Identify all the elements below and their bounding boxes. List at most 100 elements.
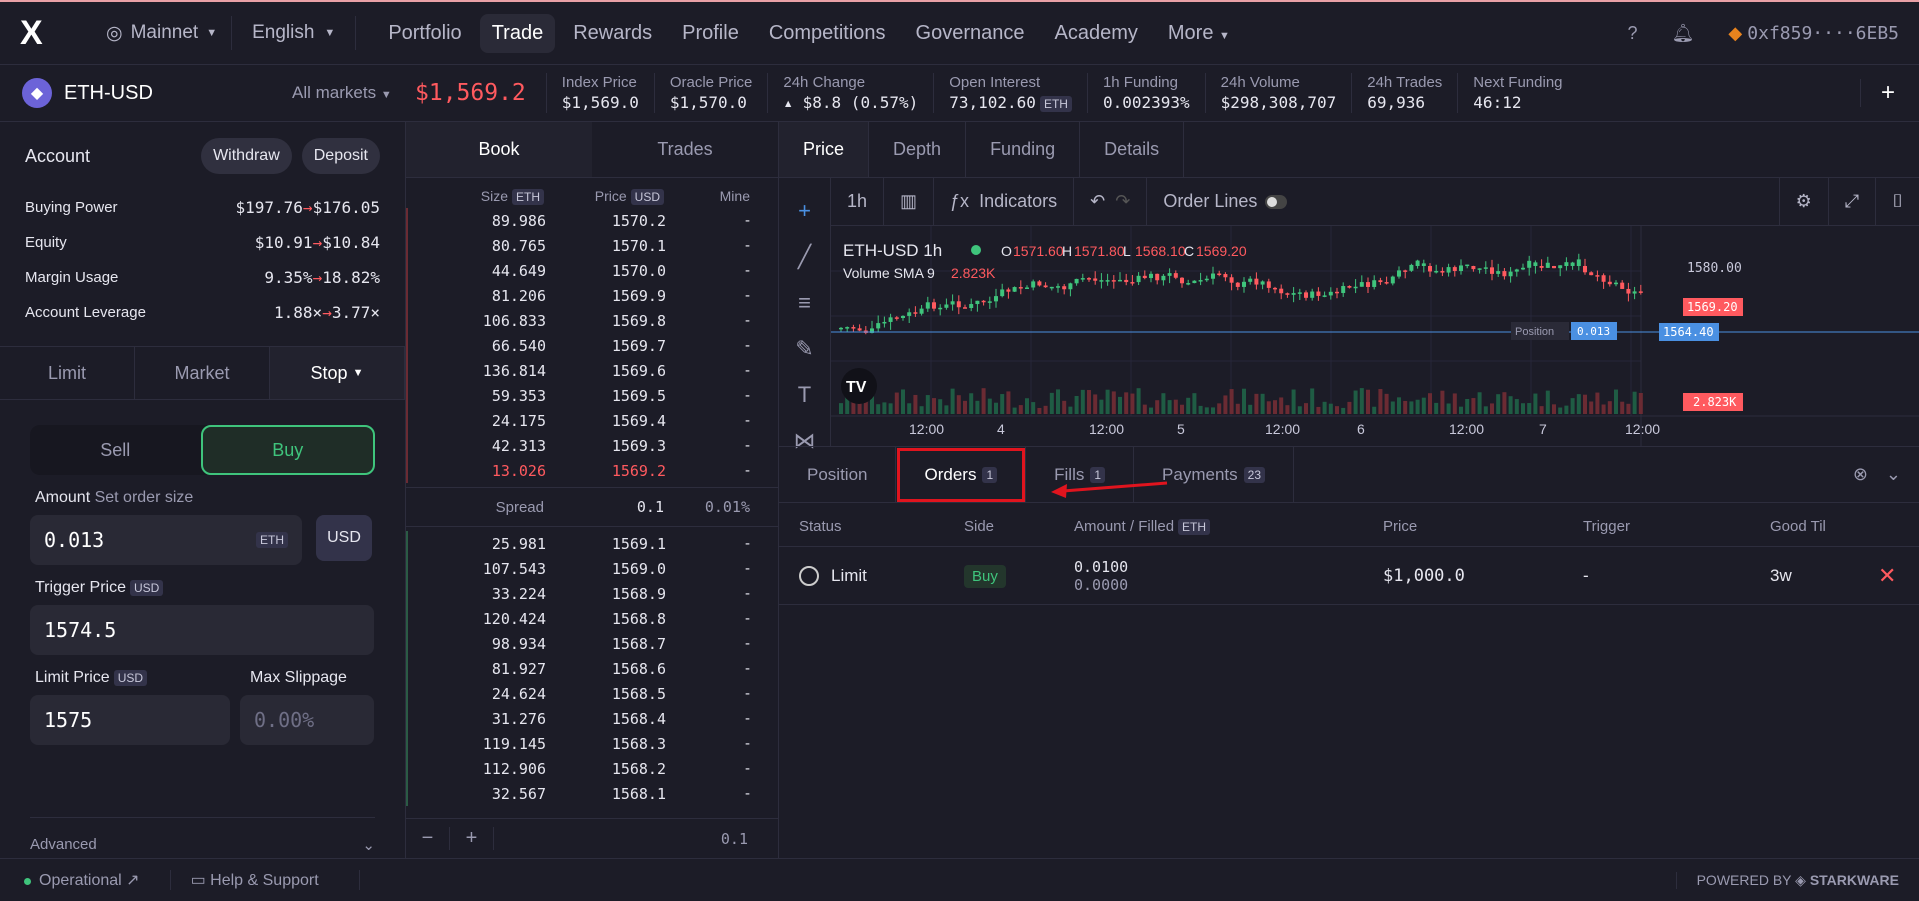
tab-position[interactable]: Position [779, 446, 897, 503]
volume-bar [1359, 388, 1364, 414]
row-size: 80.765 [491, 236, 546, 255]
usd-toggle-button[interactable]: USD [316, 515, 372, 561]
nav-more[interactable]: More ▼ [1156, 14, 1242, 53]
text-icon[interactable]: T [798, 382, 811, 408]
language-selector[interactable]: English ▼ [232, 16, 357, 50]
ask-row[interactable]: 44.649 1570.0 - [406, 258, 778, 283]
stat-open-interest: Open Interest 73,102.60 ETH [933, 73, 1087, 113]
tab-trades[interactable]: Trades [592, 122, 778, 177]
deposit-button[interactable]: Deposit [301, 138, 380, 174]
interval-button[interactable]: 1h [831, 177, 885, 226]
nav-governance[interactable]: Governance [904, 14, 1037, 53]
ask-row[interactable]: 106.833 1569.8 - [406, 308, 778, 333]
tab-details[interactable]: Details [1080, 122, 1185, 177]
settings-icon[interactable]: ⚙ [1778, 177, 1829, 226]
tab-book[interactable]: Book [406, 122, 592, 177]
nav-trade[interactable]: Trade [479, 13, 556, 53]
nav-profile[interactable]: Profile [670, 14, 751, 53]
bid-row[interactable]: 98.934 1568.7 - [406, 631, 778, 656]
operational-link[interactable]: Operational ↗ [24, 870, 171, 890]
market-selector[interactable]: ◆ ETH-USD [22, 78, 257, 108]
add-market-button[interactable]: + [1859, 79, 1895, 107]
fullscreen-icon[interactable]: ⤢ [1829, 177, 1877, 226]
max-slippage-input[interactable]: 0.00% [240, 695, 374, 745]
bell-icon[interactable]: 🔔︎ [1672, 23, 1695, 44]
count-badge: 1 [982, 466, 998, 483]
ask-row[interactable]: 80.765 1570.1 - [406, 233, 778, 258]
ask-row[interactable]: 136.814 1569.6 - [406, 358, 778, 383]
close-circle-icon[interactable]: ⊗ [1853, 464, 1868, 485]
crosshair-icon[interactable]: + [798, 198, 811, 224]
indicators-button[interactable]: ƒx Indicators [934, 177, 1075, 226]
cancel-order-icon[interactable]: ✕ [1878, 563, 1896, 589]
bid-row[interactable]: 33.224 1568.9 - [406, 581, 778, 606]
tab-market[interactable]: Market [135, 347, 270, 399]
app-logo[interactable]: X [20, 14, 60, 53]
amount-input[interactable]: 0.013 ETH [30, 515, 302, 565]
price-chart[interactable]: 1564.40 1569.20 1580.00 2.823K Position 0.013… [831, 226, 1919, 446]
tab-funding[interactable]: Funding [966, 122, 1081, 177]
redo-icon[interactable]: ↷ [1115, 191, 1130, 212]
help-support-link[interactable]: ▭ Help & Support [191, 870, 360, 890]
tab-price[interactable]: Price [779, 122, 870, 177]
ask-row[interactable]: 13.026 1569.2 - [406, 458, 778, 483]
bid-row[interactable]: 119.145 1568.3 - [406, 731, 778, 756]
bid-row[interactable]: 32.567 1568.1 - [406, 781, 778, 806]
help-icon[interactable]: ? [1628, 23, 1638, 44]
candle-body [1601, 275, 1606, 282]
bid-row[interactable]: 112.906 1568.2 - [406, 756, 778, 781]
trigger-price-input[interactable]: 1574.5 [30, 605, 374, 655]
limit-price-input[interactable]: 1575 [30, 695, 230, 745]
order-lines-toggle[interactable]: Order Lines [1147, 178, 1303, 226]
nav-rewards[interactable]: Rewards [561, 14, 664, 53]
network-selector[interactable]: ◎ Mainnet ▼ [92, 16, 233, 50]
brush-icon[interactable]: ✎ [795, 336, 813, 362]
volume-bar [1614, 389, 1618, 414]
ask-row[interactable]: 59.353 1569.5 - [406, 383, 778, 408]
tab-depth[interactable]: Depth [869, 122, 967, 177]
candle-style-icon[interactable]: ▥ [884, 177, 935, 226]
orders-tab-label: Orders [924, 464, 977, 484]
advanced-toggle[interactable]: Advanced ⌄ [30, 817, 375, 854]
bid-row[interactable]: 81.927 1568.6 - [406, 656, 778, 681]
nav-portfolio[interactable]: Portfolio [376, 14, 473, 53]
ask-row[interactable]: 24.175 1569.4 - [406, 408, 778, 433]
sell-button[interactable]: Sell [30, 425, 201, 475]
tab-stop[interactable]: Stop ▼ [270, 347, 405, 399]
camera-icon[interactable]: ⌷ [1876, 178, 1919, 226]
volume-bar [1415, 399, 1420, 414]
bid-row[interactable]: 25.981 1569.1 - [406, 531, 778, 556]
ask-row[interactable]: 42.313 1569.3 - [406, 433, 778, 458]
ask-row[interactable]: 66.540 1569.7 - [406, 333, 778, 358]
bid-row[interactable]: 107.543 1569.0 - [406, 556, 778, 581]
tab-limit[interactable]: Limit [0, 347, 135, 399]
zoom-out-button[interactable]: − [406, 827, 450, 850]
table-row[interactable]: Limit Buy 0.0100 0.0000 $1,000.0 - 3w ✕ [779, 547, 1919, 605]
zoom-in-button[interactable]: + [450, 827, 494, 850]
bid-row[interactable]: 120.424 1568.8 - [406, 606, 778, 631]
tab-orders[interactable]: Orders 1 [896, 446, 1027, 503]
col-good-til: Good Til [1770, 518, 1826, 535]
nav-academy[interactable]: Academy [1043, 14, 1150, 53]
all-markets-dropdown[interactable]: All markets ▼ [257, 83, 397, 103]
bid-row[interactable]: 24.624 1568.5 - [406, 681, 778, 706]
candle-body [1149, 273, 1153, 279]
undo-icon[interactable]: ↶ [1090, 191, 1105, 212]
ask-row[interactable]: 89.986 1570.2 - [406, 208, 778, 233]
nav-competitions[interactable]: Competitions [757, 14, 898, 53]
candle-body [1093, 278, 1098, 281]
candle-body [1012, 287, 1017, 292]
trendline-icon[interactable]: ╱ [798, 244, 811, 270]
volume-bar [1223, 395, 1228, 414]
chevron-down-icon[interactable]: ⌄ [1886, 464, 1901, 485]
withdraw-button[interactable]: Withdraw [201, 138, 292, 174]
wallet-button[interactable]: ◆ 0xf859····6EB5 [1728, 23, 1899, 44]
volume-bar [1502, 392, 1507, 414]
ask-row[interactable]: 81.206 1569.9 - [406, 283, 778, 308]
bid-row[interactable]: 31.276 1568.4 - [406, 706, 778, 731]
fib-icon[interactable]: ≡ [798, 290, 811, 316]
row-mine: - [745, 462, 750, 479]
stat-value: 46:12 [1473, 93, 1522, 112]
buy-button[interactable]: Buy [200, 425, 375, 475]
candle-body [1043, 285, 1048, 288]
